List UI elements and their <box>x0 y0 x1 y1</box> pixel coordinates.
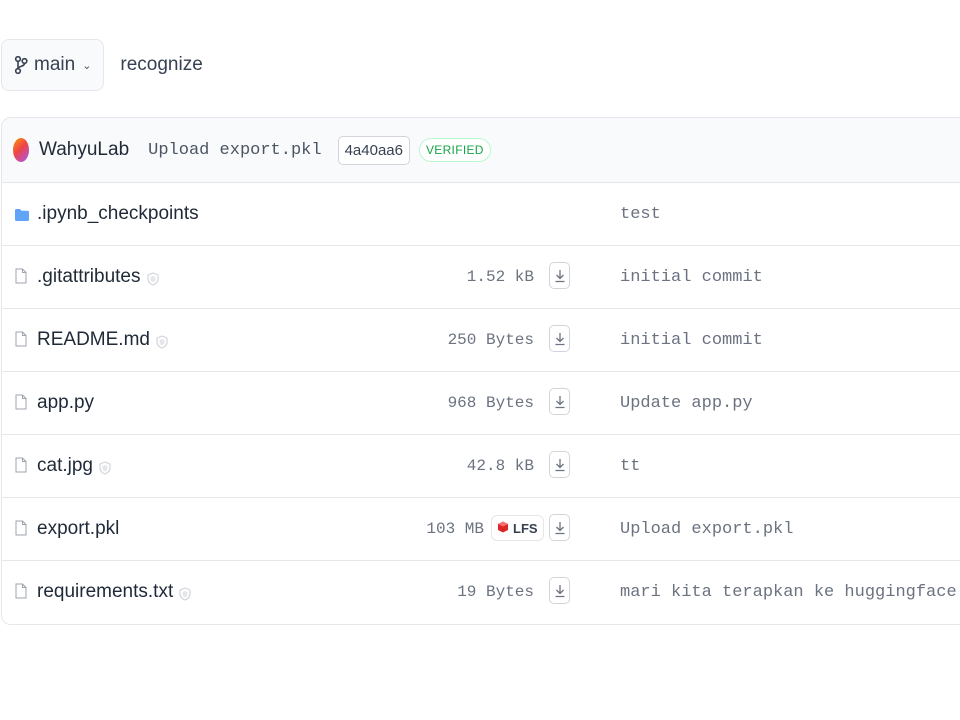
download-icon <box>554 268 566 284</box>
lfs-icon <box>497 521 509 536</box>
file-commit-message[interactable]: Upload export.pkl <box>620 520 793 539</box>
file-size: 250 Bytes <box>447 331 534 349</box>
branch-selector-button[interactable]: main ⌄ <box>1 39 105 91</box>
download-icon <box>554 583 566 599</box>
file-icon <box>15 520 27 536</box>
file-row[interactable]: app.py 968 Bytes Update app.py <box>2 372 960 435</box>
repo-name[interactable]: recognize <box>120 54 202 76</box>
file-name-text: README.md <box>37 329 150 350</box>
file-name[interactable]: .gitattributes <box>37 266 159 288</box>
file-name[interactable]: README.md <box>37 329 168 351</box>
download-icon <box>554 394 566 410</box>
file-list: .ipynb_checkpoints test .gitattributes 1.52… <box>2 183 960 624</box>
git-branch-icon <box>14 55 28 75</box>
file-icon <box>15 457 27 473</box>
file-row[interactable]: cat.jpg 42.8 kB tt <box>2 435 960 498</box>
file-table: WahyuLab Upload export.pkl 4a40aa6 VERIF… <box>1 117 960 625</box>
folder-icon <box>15 208 29 221</box>
file-icon <box>15 268 27 284</box>
download-button[interactable] <box>549 577 570 604</box>
commit-message[interactable]: Upload export.pkl <box>148 141 321 160</box>
security-shield-icon[interactable] <box>99 459 111 475</box>
file-row[interactable]: export.pkl 103 MB LFS Upload export.pkl <box>2 498 960 561</box>
file-size: 1.52 kB <box>466 268 534 286</box>
security-shield-icon[interactable] <box>179 585 191 601</box>
file-commit-message[interactable]: Update app.py <box>620 394 753 413</box>
download-icon <box>554 331 566 347</box>
avatar[interactable] <box>13 138 29 162</box>
download-icon <box>554 520 566 536</box>
chevron-down-icon: ⌄ <box>82 59 92 72</box>
file-name-text: .gitattributes <box>37 266 141 287</box>
file-size: 19 Bytes <box>457 583 534 601</box>
commit-hash[interactable]: 4a40aa6 <box>337 135 410 165</box>
file-commit-message[interactable]: tt <box>620 457 640 476</box>
file-row[interactable]: .gitattributes 1.52 kB initial commit <box>2 246 960 309</box>
repo-topbar: main ⌄ recognize <box>0 38 203 92</box>
file-size: 968 Bytes <box>447 394 534 412</box>
file-commit-message[interactable]: initial commit <box>620 268 763 287</box>
download-icon <box>554 457 566 473</box>
branch-label: main <box>34 54 76 75</box>
file-icon <box>15 394 27 410</box>
lfs-label: LFS <box>513 520 538 536</box>
file-icon <box>15 331 27 347</box>
file-size: 103 MB <box>426 520 484 538</box>
file-name[interactable]: .ipynb_checkpoints <box>37 203 199 225</box>
file-row[interactable]: README.md 250 Bytes initial commit <box>2 309 960 372</box>
download-button[interactable] <box>549 325 570 352</box>
file-commit-message[interactable]: mari kita terapkan ke huggingface spaces <box>620 583 960 602</box>
lfs-badge: LFS <box>491 515 544 541</box>
security-shield-icon[interactable] <box>156 333 168 349</box>
last-commit-header: WahyuLab Upload export.pkl 4a40aa6 VERIF… <box>2 118 960 183</box>
file-commit-message[interactable]: initial commit <box>620 331 763 350</box>
commit-author[interactable]: WahyuLab <box>39 139 129 161</box>
verified-badge: VERIFIED <box>418 138 491 162</box>
file-commit-message[interactable]: test <box>620 205 661 224</box>
download-button[interactable] <box>549 388 570 415</box>
download-button[interactable] <box>549 514 570 541</box>
file-name-text: requirements.txt <box>37 581 174 602</box>
file-name-text: .ipynb_checkpoints <box>37 203 199 224</box>
security-shield-icon[interactable] <box>146 270 159 286</box>
file-size: 42.8 kB <box>466 457 534 475</box>
file-name[interactable]: cat.jpg <box>37 455 111 477</box>
download-button[interactable] <box>549 451 570 478</box>
file-row[interactable]: .ipynb_checkpoints test <box>2 183 960 246</box>
file-name[interactable]: requirements.txt <box>37 581 191 603</box>
file-name-text: cat.jpg <box>37 455 93 476</box>
file-name[interactable]: app.py <box>37 392 94 414</box>
file-icon <box>15 583 27 599</box>
file-name[interactable]: export.pkl <box>37 518 119 540</box>
file-row[interactable]: requirements.txt 19 Bytes mari kita terapk… <box>2 561 960 624</box>
file-name-text: export.pkl <box>37 518 120 539</box>
download-button[interactable] <box>549 262 570 289</box>
file-name-text: app.py <box>37 392 95 413</box>
